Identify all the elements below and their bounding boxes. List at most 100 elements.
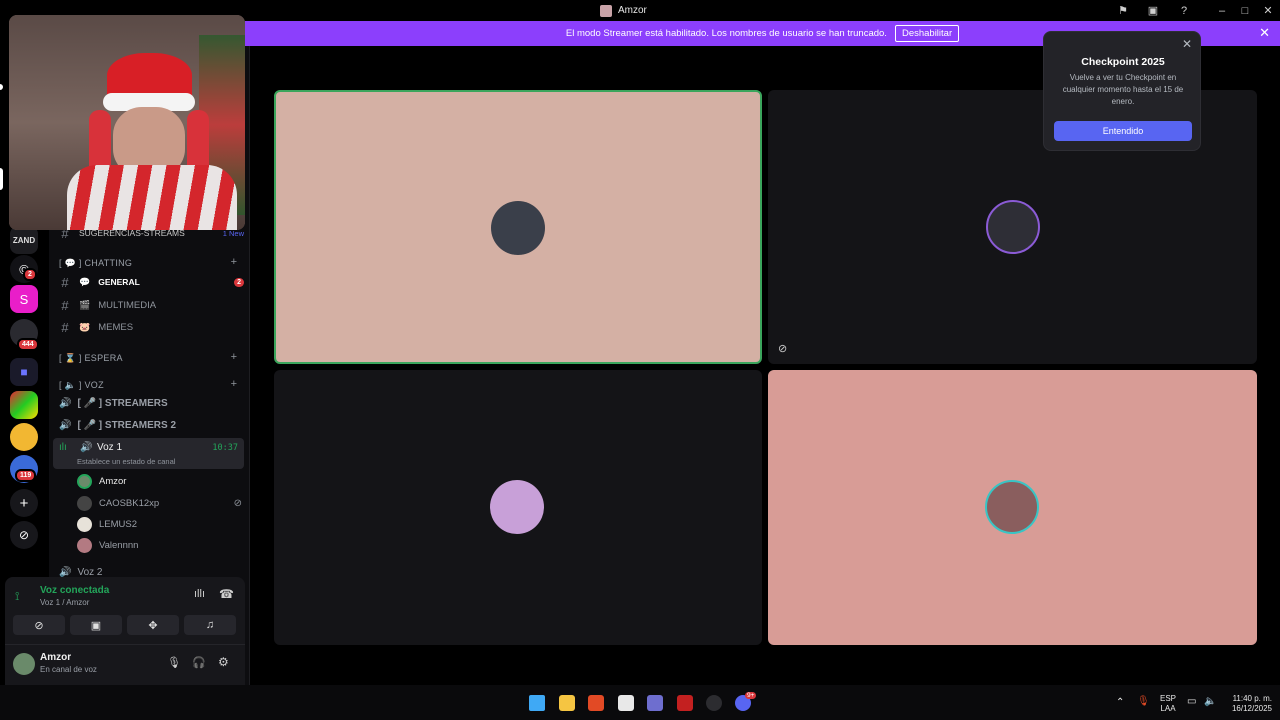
member-name: Valennnn [99,539,139,551]
speaker-icon: 🔊 [59,566,72,578]
keyboard-layout: LAA [1160,704,1176,713]
participant-tile[interactable] [274,370,762,645]
activities-icon: ✥ [148,619,158,632]
help-icon[interactable]: ? [1176,3,1192,18]
speaker-icon: 🔊 [59,419,72,431]
signal-icon[interactable]: ⟟ [15,589,19,604]
clock[interactable]: 11:40 p. m. 16/12/2025 [1222,694,1272,714]
clock-date: 16/12/2025 [1231,704,1272,713]
store-icon[interactable] [618,695,634,711]
voice-member[interactable]: LEMUS2 [77,514,242,534]
add-server-icon[interactable]: + [10,489,38,517]
screen-share-icon[interactable]: ▣ [1145,3,1161,18]
close-icon[interactable]: ✕ [1182,37,1192,51]
window-title-text: Amzor [618,5,647,16]
user-name[interactable]: Amzor [40,652,71,663]
channel-memes[interactable]: # 🐷 MEMES [59,317,244,337]
voice-member[interactable]: Amzor [77,471,242,491]
add-channel-icon[interactable]: + [231,351,237,363]
microphone-icon[interactable]: 🎙 [167,656,181,669]
inbox-icon[interactable]: ⚑ [1115,3,1131,18]
member-name: LEMUS2 [99,518,138,530]
hash-icon: # [61,319,69,335]
banner-text: El modo Streamer está habilitado. Los no… [565,28,887,39]
speaker-icon: 🔊 [59,397,72,409]
headphones-icon[interactable]: 🎧 [192,656,206,669]
camera-button[interactable]: ⊘ [13,615,65,635]
disconnect-icon[interactable]: ☎ [219,587,234,601]
volume-icon[interactable]: 🔈 [1204,696,1216,707]
webcam-overlay [9,15,245,230]
participant-tile[interactable] [768,370,1257,645]
activities-button[interactable]: ✥ [127,615,179,635]
voice-channel-streamers-2[interactable]: 🔊 [ 🎤 ] STREAMERS 2 [59,415,244,435]
unread-pill [0,84,3,90]
voice-member[interactable]: CAOSBK12xp ⊘ [77,493,242,513]
brave-browser-icon[interactable] [588,695,604,711]
channel-emoji: 💬 [79,276,91,287]
voice-activity-icon: ılı [59,442,67,453]
active-voice-channel[interactable]: ılı 🔊 Voz 1 10:37 Establece un estado de… [53,438,244,469]
hash-icon: # [61,297,69,313]
user-avatar[interactable] [13,653,35,675]
discover-icon[interactable]: ⊘ [10,521,38,549]
microphone-tray-icon[interactable]: 🎙 [1137,696,1150,707]
windows-start-icon[interactable] [529,695,545,711]
add-channel-icon[interactable]: + [231,256,237,268]
got-it-button[interactable]: Entendido [1054,121,1192,141]
voice-panel: ⟟ Voz conectada Voz 1 / Amzor ıllı ☎ ⊘ ▣… [5,577,245,685]
server-badge: 119 [15,469,37,482]
soundboard-button[interactable]: ♫ [184,615,236,635]
close-icon[interactable]: ✕ [1259,25,1270,41]
server-icon-land[interactable]: ZAND [10,226,38,254]
voice-channel-streamers[interactable]: 🔊 [ 🎤 ] STREAMERS [59,393,244,413]
disable-streamer-button[interactable]: Deshabilitar [894,25,960,42]
category-espera[interactable]: [ ⌛ ] ESPERA [59,353,123,364]
add-channel-icon[interactable]: + [231,378,237,390]
maximize-icon[interactable]: □ [1237,3,1253,18]
channel-name: GENERAL [98,277,140,287]
channel-name: MULTIMEDIA [98,299,157,311]
member-name: Amzor [99,475,127,487]
file-explorer-icon[interactable] [559,695,575,711]
server-badge: 444 [17,338,39,351]
noise-suppression-icon[interactable]: ıllı [194,588,205,600]
game-controller-icon[interactable] [647,695,663,711]
channel-multimedia[interactable]: # 🎬 MULTIMEDIA [59,295,244,315]
minimize-icon[interactable]: – [1214,3,1230,18]
language-indicator[interactable]: ESP LAA [1158,694,1178,714]
window-title: Amzor [600,0,647,21]
voicemeeter-icon[interactable] [677,695,693,711]
category-chatting[interactable]: [ 💬 ] CHATTING [59,258,132,269]
channel-status[interactable]: Establece un estado de canal [77,457,175,466]
channel-name: [ 🎤 ] STREAMERS [77,397,168,409]
close-window-icon[interactable]: ✕ [1260,3,1276,18]
category-voz[interactable]: [ 🔈 ] VOZ [59,380,104,391]
participant-tile[interactable] [274,90,762,364]
obs-icon[interactable] [706,695,722,711]
selected-pill [0,168,3,190]
voice-member[interactable]: Valennnn [77,535,242,555]
channel-emoji: 🎬 [79,299,91,310]
voice-status[interactable]: Voz conectada [40,585,109,596]
server-icon-colorful[interactable] [10,391,38,419]
participant-avatar [985,480,1039,534]
divider [5,644,245,645]
network-icon[interactable]: ▭ [1187,696,1196,707]
clock-time: 11:40 p. m. [1232,694,1272,703]
participant-avatar [491,201,545,255]
channel-general[interactable]: # 💬 GENERAL 2 [59,272,244,292]
popover-body: Vuelve a ver tu Checkpoint en cualquier … [1062,73,1184,106]
voice-location[interactable]: Voz 1 / Amzor [40,598,89,607]
server-icon-yellow[interactable] [10,423,38,451]
chevron-up-icon[interactable]: ⌃ [1116,697,1124,708]
hash-icon: # [61,274,69,290]
server-icon-s[interactable]: S [10,285,38,313]
participant-avatar [490,480,544,534]
share-screen-button[interactable]: ▣ [70,615,122,635]
channel-name: MEMES [98,321,134,333]
folder-icon[interactable]: ■ [10,358,38,386]
popover-title: Checkpoint 2025 [1081,56,1165,68]
screen-share-icon: ▣ [90,619,102,632]
settings-icon[interactable]: ⚙ [218,655,229,669]
